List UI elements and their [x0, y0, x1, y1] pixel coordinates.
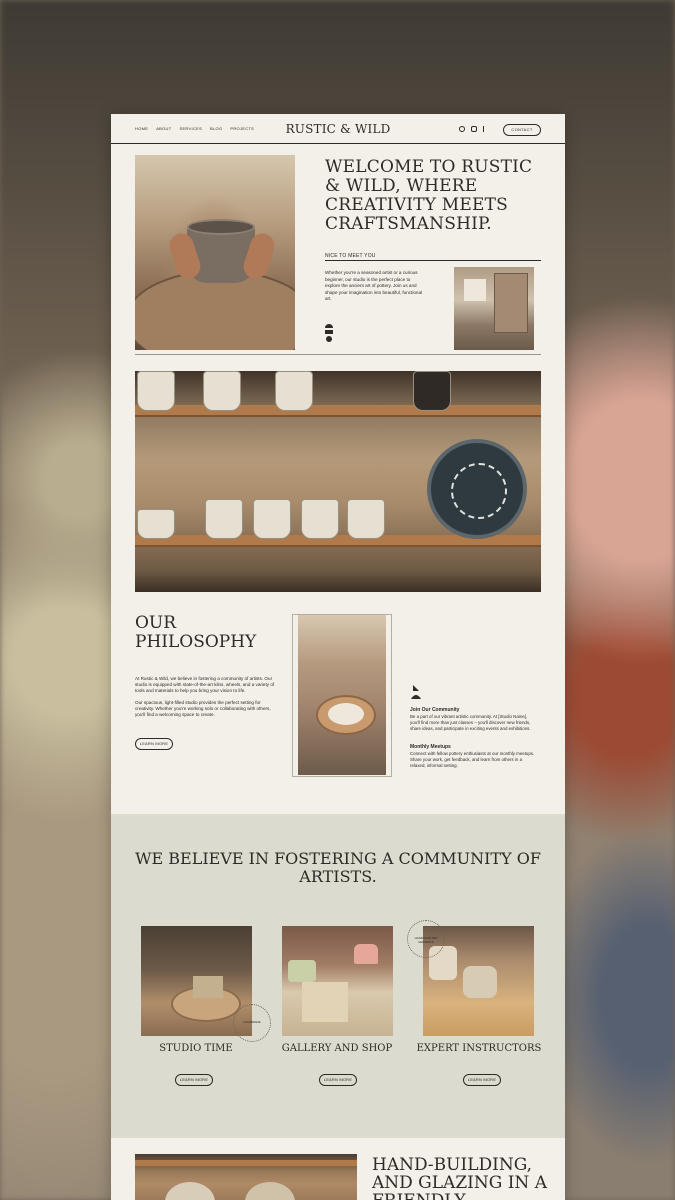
philosophy-title: OUR PHILOSOPHY	[135, 613, 257, 652]
community-icon	[411, 685, 421, 699]
gallery-shop-learn-more-button[interactable]: LEARN MORE	[319, 1074, 357, 1086]
gallery-shop-label[interactable]: GALLERY AND SHOP	[267, 1043, 407, 1054]
next-section-title: HAND-BUILDING, AND GLAZING IN A FRIENDLY	[372, 1155, 547, 1200]
gallery-shop-image	[282, 926, 393, 1036]
studio-time-label[interactable]: STUDIO TIME	[126, 1043, 266, 1054]
contact-button[interactable]: CONTACT	[503, 124, 541, 136]
site-logo[interactable]: RUSTIC & WILD	[111, 122, 565, 136]
philosophy-paragraph: Our spacious, light-filled studio provid…	[135, 699, 271, 718]
studio-interior-image	[454, 267, 534, 350]
philosophy-body: At Rustic & Wild, we believe in fosterin…	[135, 676, 275, 723]
decorative-shape-icon	[325, 324, 333, 344]
philosophy-paragraph: At Rustic & Wild, we believe in fosterin…	[135, 676, 275, 694]
studio-time-learn-more-button[interactable]: LEARN MORE	[175, 1074, 213, 1086]
hero-body: Whether you're a seasoned artist or a cu…	[325, 270, 423, 301]
community-heading: Join Our Community	[410, 707, 460, 713]
community-title: WE BELIEVE IN FOSTERING A COMMUNITY OF A…	[135, 849, 541, 886]
philosophy-learn-more-button[interactable]: LEARN MORE	[135, 738, 173, 750]
workshop-shelf-image	[135, 1154, 357, 1200]
handcrafted-ceramics-badge: HANDCRAFTED CERAMICS	[407, 920, 445, 958]
hero-pottery-wheel-image	[135, 155, 295, 350]
community-text: Be a part of our vibrant artistic commun…	[410, 714, 531, 731]
social-links	[459, 126, 487, 132]
meetups-heading: Monthly Meetups	[410, 744, 451, 750]
hero-title: WELCOME TO RUSTIC & WILD, WHERE CREATIVI…	[325, 157, 533, 234]
expert-instructors-label[interactable]: EXPERT INSTRUCTORS	[409, 1043, 549, 1054]
hero-divider	[325, 260, 541, 261]
ceramic-shelf-image	[135, 371, 541, 592]
instagram-icon[interactable]	[471, 126, 477, 132]
section-divider	[135, 354, 541, 355]
website-page: HOME ABOUT SERVICES BLOG PROJECTS RUSTIC…	[111, 114, 565, 1200]
expert-instructors-learn-more-button[interactable]: LEARN MORE	[463, 1074, 501, 1086]
glazing-image	[298, 615, 386, 775]
pinterest-icon[interactable]	[459, 126, 465, 132]
hero-kicker: NICE TO MEET YOU	[325, 253, 376, 259]
meetups-text: Connect with fellow pottery enthusiasts …	[410, 751, 535, 768]
tiktok-icon[interactable]	[483, 126, 487, 132]
handmade-badge: HANDMADE	[233, 1004, 271, 1042]
navbar: HOME ABOUT SERVICES BLOG PROJECTS RUSTIC…	[111, 114, 565, 144]
